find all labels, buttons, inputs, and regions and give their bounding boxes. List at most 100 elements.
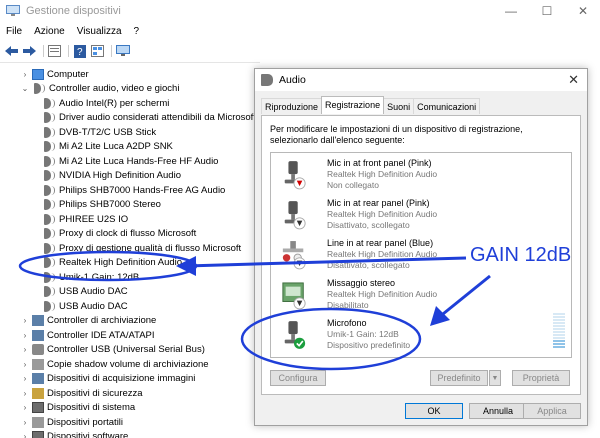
speaker-icon — [44, 300, 55, 312]
monitor-icon — [32, 68, 44, 80]
close-button[interactable]: ✕ — [568, 0, 598, 22]
device-manager-icon — [6, 5, 20, 16]
window-title: Gestione dispositivi — [26, 5, 121, 17]
configure-button[interactable]: Configura — [270, 370, 326, 386]
recording-device-item[interactable]: Mic in at front panel (Pink) Realtek High… — [277, 157, 567, 195]
chevron-right-icon[interactable]: › — [20, 345, 30, 354]
device-driver: Realtek High Definition Audio — [327, 169, 438, 179]
ok-button[interactable]: OK — [405, 403, 463, 419]
toolbar-separator — [43, 45, 44, 57]
tree-item-label: Dispositivi di sistema — [47, 402, 136, 413]
tab-comunicazioni[interactable]: Comunicazioni — [413, 98, 481, 114]
details-view-icon[interactable] — [90, 44, 105, 58]
tree-category[interactable]: › Controller IDE ATA/ATAPI — [20, 328, 155, 342]
tree-device[interactable]: DVB-T/T2/C USB Stick — [40, 125, 156, 139]
tree-category[interactable]: › Controller USB (Universal Serial Bus) — [20, 343, 205, 357]
tree-category[interactable]: › Copie shadow volume di archiviazione — [20, 357, 209, 371]
tree-device[interactable]: Proxy di clock di flusso Microsoft — [40, 227, 196, 241]
chip-icon — [32, 431, 44, 438]
tree-device[interactable]: USB Audio DAC — [40, 285, 128, 299]
minimize-button[interactable]: — — [496, 0, 526, 22]
back-icon[interactable] — [4, 44, 19, 58]
tree-item-label: PHIREE U2S IO — [59, 213, 129, 225]
usb-icon — [32, 344, 44, 355]
tree-item-label: Dispositivi di sicurezza — [47, 387, 143, 399]
speaker-icon — [44, 126, 55, 138]
tree-item-label: Copie shadow volume di archiviazione — [47, 358, 209, 370]
device-driver: Realtek High Definition Audio — [327, 289, 438, 299]
menu-file[interactable]: File — [0, 24, 28, 40]
tree-device[interactable]: Mi A2 Lite Luca A2DP SNK — [40, 140, 173, 154]
tree-category[interactable]: › Computer — [20, 67, 89, 81]
tree-device[interactable]: Umik-1 Gain: 12dB — [40, 270, 139, 284]
forward-icon[interactable] — [22, 44, 37, 58]
help-icon[interactable]: ? — [72, 44, 87, 58]
default-dropdown-button[interactable]: ▼ — [489, 370, 501, 386]
menu-azione[interactable]: Azione — [28, 24, 71, 40]
line-in-icon — [282, 241, 306, 270]
tab-riproduzione[interactable]: Riproduzione — [261, 98, 323, 114]
tree-category[interactable]: › Dispositivi di sistema — [20, 401, 135, 415]
recording-device-item[interactable]: Mic in at rear panel (Pink) Realtek High … — [277, 197, 567, 235]
tree-item-label: DVB-T/T2/C USB Stick — [59, 126, 157, 138]
tree-device[interactable]: Philips SHB7000 Hands-Free AG Audio — [40, 183, 225, 197]
tree-device[interactable]: Mi A2 Lite Luca Hands-Free HF Audio — [40, 154, 218, 168]
audio-tabs: Riproduzione Registrazione Suoni Comunic… — [261, 96, 481, 114]
tree-category[interactable]: ⌄ Controller audio, video e giochi — [20, 82, 179, 96]
recording-description: Per modificare le impostazioni di un dis… — [270, 124, 523, 145]
tree-device[interactable]: Driver audio considerati attendibili da … — [40, 111, 256, 125]
speaker-icon — [44, 286, 55, 297]
tab-suoni[interactable]: Suoni — [383, 98, 415, 114]
chevron-down-icon[interactable]: ⌄ — [20, 84, 30, 93]
tree-category[interactable]: › Dispositivi di sicurezza — [20, 386, 143, 400]
menu-bar: File Azione Visualizza ? — [0, 24, 145, 40]
tree-category[interactable]: › Dispositivi di acquisizione immagini — [20, 372, 195, 386]
tree-item-label: Realtek High Definition Audio — [59, 257, 183, 268]
speaker-icon — [44, 228, 55, 239]
chevron-right-icon[interactable]: › — [20, 331, 30, 340]
device-driver: Realtek High Definition Audio — [327, 249, 438, 259]
chevron-right-icon[interactable]: › — [20, 316, 30, 325]
chevron-right-icon[interactable]: › — [20, 374, 30, 383]
device-name: Line in at rear panel (Blue) — [327, 238, 434, 248]
recording-device-item[interactable]: Missaggio stereo Realtek High Definition … — [277, 277, 567, 315]
device-icon — [32, 416, 44, 428]
tree-device[interactable]: Philips SHB7000 Stereo — [40, 198, 161, 212]
svg-text:?: ? — [77, 47, 83, 58]
chevron-right-icon[interactable]: › — [20, 360, 30, 369]
device-status: Disabilitato — [327, 300, 369, 310]
tree-item-label: USB Audio DAC — [59, 286, 128, 297]
maximize-button[interactable]: ☐ — [532, 0, 562, 22]
tree-category[interactable]: › Controller di archiviazione — [20, 314, 156, 328]
recording-device-item[interactable]: Microfono Umik-1 Gain: 12dB Dispositivo pr… — [277, 317, 567, 355]
chevron-right-icon[interactable]: › — [20, 432, 30, 438]
microphone-icon — [284, 161, 306, 190]
menu-help[interactable]: ? — [128, 24, 146, 40]
tree-item-label: Controller IDE ATA/ATAPI — [47, 329, 155, 341]
tree-item-label: Proxy di gestione qualità di flusso Micr… — [59, 242, 242, 254]
tree-category[interactable]: › Dispositivi software — [20, 430, 128, 438]
toolbar-separator — [68, 45, 69, 57]
chevron-right-icon[interactable]: › — [20, 70, 30, 79]
device-status: Disattivato, scollegato — [327, 220, 410, 230]
apply-button[interactable]: Applica — [523, 403, 581, 419]
tab-registrazione[interactable]: Registrazione — [321, 96, 385, 114]
chevron-right-icon[interactable]: › — [20, 418, 30, 427]
menu-visualizza[interactable]: Visualizza — [71, 24, 128, 40]
cancel-button[interactable]: Annulla — [469, 403, 527, 419]
tree-device[interactable]: PHIREE U2S IO — [40, 212, 128, 226]
close-icon[interactable]: ✕ — [568, 72, 579, 88]
tree-item-label: Umik-1 Gain: 12dB — [59, 271, 140, 283]
properties-button[interactable]: Proprietà — [512, 370, 570, 386]
chevron-right-icon[interactable]: › — [20, 403, 30, 412]
tree-device[interactable]: Proxy di gestione qualità di flusso Micr… — [40, 241, 241, 255]
default-button[interactable]: Predefinito — [430, 370, 488, 386]
properties-view-icon[interactable] — [47, 44, 62, 58]
tree-device[interactable]: NVIDIA High Definition Audio — [40, 169, 181, 183]
tree-device[interactable]: Realtek High Definition Audio — [40, 256, 182, 270]
monitor-scan-icon[interactable] — [115, 44, 130, 58]
tree-device[interactable]: USB Audio DAC — [40, 299, 128, 313]
tree-device[interactable]: Audio Intel(R) per schermi — [40, 96, 169, 110]
tree-category[interactable]: › Dispositivi portatili — [20, 415, 123, 429]
chevron-right-icon[interactable]: › — [20, 389, 30, 398]
